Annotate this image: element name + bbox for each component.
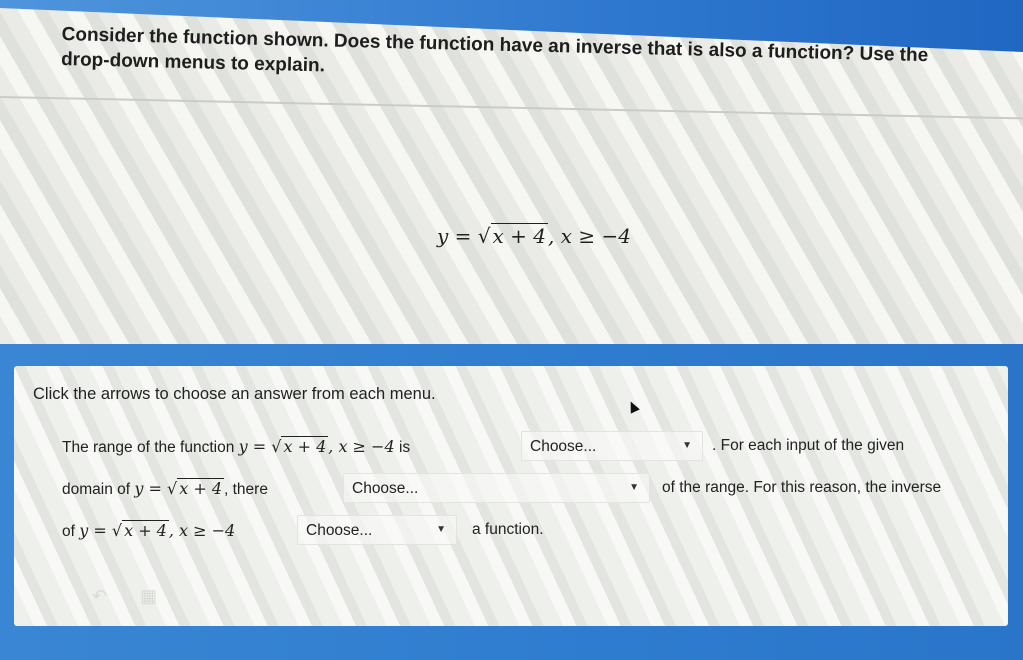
line1-eq-condition: , x ≥ −4 xyxy=(328,437,395,456)
inverse-function-dropdown[interactable]: Choose... ▼ xyxy=(297,515,457,545)
toolbar-faded: ↶ ▦ xyxy=(92,586,157,607)
line3-eq-radicand: x + 4 xyxy=(122,520,169,540)
line1-suffix: is xyxy=(398,439,411,456)
function-equation: y = √ x + 4, x ≥ −4 xyxy=(437,223,631,248)
line1-after: . For each input of the given xyxy=(712,437,905,454)
line3-after: a function. xyxy=(472,521,544,538)
dropdown-value: Choose... xyxy=(306,522,373,539)
line2-eq-radicand: x + 4 xyxy=(177,478,224,498)
chevron-down-icon: ▼ xyxy=(629,482,639,493)
line2-prefix: domain of xyxy=(62,481,131,498)
line3-eq-condition: , x ≥ −4 xyxy=(168,521,236,540)
instructions-text: Click the arrows to choose an answer fro… xyxy=(33,385,436,403)
answer-line-2: domain of y = √ x + 4, there xyxy=(62,478,268,499)
dropdown-value: Choose... xyxy=(530,438,597,455)
equation-equals: = xyxy=(448,224,478,248)
line1-eq-radicand: x + 4 xyxy=(281,436,329,456)
line1-equation: y = √ x + 4, x ≥ −4 xyxy=(239,436,395,456)
line1-prefix: The range of the function xyxy=(62,439,235,456)
line2-eq-lhs: y = xyxy=(134,479,168,498)
answer-line-1: The range of the function y = √ x + 4, x … xyxy=(62,436,411,457)
line2-equation: y = √ x + 4 xyxy=(134,478,224,498)
range-dropdown[interactable]: Choose... ▼ xyxy=(521,431,703,461)
inverse-mapping-dropdown[interactable]: Choose... ▼ xyxy=(343,473,650,503)
equation-lhs: y xyxy=(437,224,449,248)
sqrt-symbol: √ xyxy=(477,224,491,248)
line2-after: of the range. For this reason, the inver… xyxy=(662,479,942,496)
sqrt-symbol: √ xyxy=(111,521,123,540)
dropdown-value: Choose... xyxy=(352,480,419,497)
sqrt-symbol: √ xyxy=(167,479,178,498)
equation-radicand: x + 4 xyxy=(490,223,549,248)
chevron-down-icon: ▼ xyxy=(682,440,692,451)
chevron-down-icon: ▼ xyxy=(436,524,446,535)
undo-icon[interactable]: ↶ xyxy=(92,586,107,606)
equation-condition: , x ≥ −4 xyxy=(548,224,631,248)
answer-line-3: of y = √ x + 4, x ≥ −4 xyxy=(62,520,235,541)
line3-eq-lhs: y = xyxy=(79,521,112,540)
sqrt-symbol: √ xyxy=(271,437,282,456)
line3-prefix: of xyxy=(62,523,75,540)
line1-eq-lhs: y = xyxy=(238,437,272,456)
calculator-icon[interactable]: ▦ xyxy=(140,586,157,606)
line2-suffix: , there xyxy=(224,481,268,498)
line3-equation: y = √ x + 4, x ≥ −4 xyxy=(79,520,235,540)
